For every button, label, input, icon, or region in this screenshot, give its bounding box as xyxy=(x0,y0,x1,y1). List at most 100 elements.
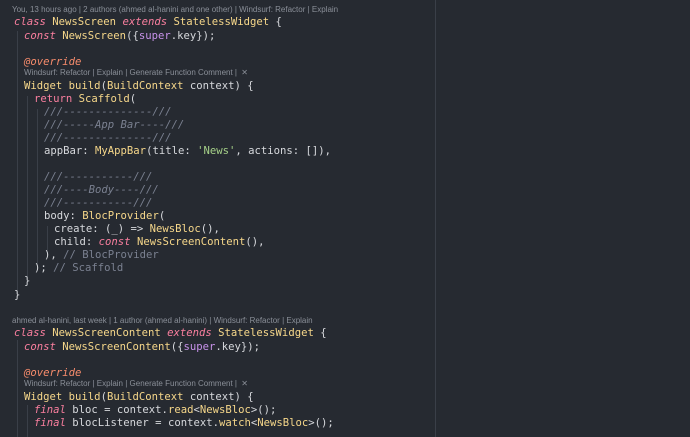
token: NewsBloc xyxy=(149,223,201,235)
code-line[interactable]: body: BlocProvider( xyxy=(44,209,165,223)
token: read xyxy=(167,404,194,416)
token: NewsScreenContent xyxy=(62,341,171,353)
token: ( xyxy=(129,93,137,105)
code-line[interactable]: } xyxy=(14,288,20,302)
code-line[interactable]: ///--------------/// xyxy=(44,131,172,145)
comment: ///-----------/// xyxy=(44,197,153,209)
token: child: xyxy=(54,236,99,248)
token: context) { xyxy=(183,80,254,92)
token: } xyxy=(14,289,21,301)
token: StatelessWidget xyxy=(173,16,270,28)
editor-ruler xyxy=(435,0,436,437)
token: bloc = context. xyxy=(65,404,168,416)
token: Widget xyxy=(24,391,63,403)
token: NewsScreen xyxy=(62,30,127,42)
token: extends xyxy=(167,327,212,339)
comment: ///--------------/// xyxy=(44,106,172,118)
code-line[interactable]: create: (_) => NewsBloc(), xyxy=(54,222,220,236)
token: super xyxy=(183,341,216,353)
token: final xyxy=(34,404,66,416)
comment: ///-----------/// xyxy=(44,171,153,183)
close-icon[interactable]: ✕ xyxy=(241,378,248,390)
token: StatelessWidget xyxy=(218,327,314,339)
code-line[interactable]: return Scaffold( xyxy=(34,92,136,106)
token: watch xyxy=(218,417,251,429)
code-line[interactable]: class NewsScreenContent extends Stateles… xyxy=(14,326,327,340)
indent-guide xyxy=(17,31,18,297)
token: super xyxy=(138,30,171,42)
close-icon[interactable]: ✕ xyxy=(241,67,248,79)
code-line[interactable]: ///----Body----/// xyxy=(44,183,159,197)
code-line[interactable]: ///-----------/// xyxy=(44,196,152,210)
code-line[interactable]: final bloc = context.read<NewsBloc>(); xyxy=(34,403,276,417)
token: extends xyxy=(122,16,168,28)
code-line[interactable]: final blocListener = context.watch<NewsB… xyxy=(34,416,334,430)
token: } xyxy=(24,275,31,287)
token: .key}); xyxy=(170,30,216,42)
token: class xyxy=(14,16,46,28)
token: build xyxy=(68,80,101,92)
code-editor[interactable]: You, 13 hours ago | 2 authors (ahmed al-… xyxy=(0,0,690,437)
token: NewsBloc xyxy=(257,417,309,429)
codelens-actions[interactable]: Windsurf: Refactor | Explain | Generate … xyxy=(24,379,239,388)
token: BlocProvider xyxy=(82,210,159,222)
comment: ///----Body----/// xyxy=(44,184,159,196)
token: , actions: []), xyxy=(235,145,332,157)
comment: ///--------------/// xyxy=(44,132,172,144)
token: class xyxy=(14,327,46,339)
indent-guide xyxy=(27,96,28,279)
codelens[interactable]: Windsurf: Refactor | Explain | Generate … xyxy=(24,378,248,390)
code-line[interactable]: const NewsScreenContent({super.key}); xyxy=(24,340,260,354)
token: ), xyxy=(44,249,64,261)
comment: // BlocProvider xyxy=(63,249,159,261)
code-line[interactable]: ///-----App Bar----/// xyxy=(44,118,184,132)
token: BuildContext xyxy=(106,80,184,92)
token: blocListener = context. xyxy=(65,417,219,429)
token: NewsScreenContent xyxy=(136,236,246,248)
code-line[interactable]: ///--------------/// xyxy=(44,105,172,119)
token: NewsScreenContent xyxy=(52,327,161,339)
code-line[interactable]: class NewsScreen extends StatelessWidget… xyxy=(14,15,282,29)
token: create: (_) => xyxy=(54,223,150,235)
token: ( xyxy=(158,210,166,222)
code-line[interactable]: ), // BlocProvider xyxy=(44,248,159,262)
code-line[interactable]: } xyxy=(24,274,30,288)
token: final xyxy=(34,417,66,429)
code-line[interactable]: Widget build(BuildContext context) { xyxy=(24,79,254,93)
token: ({ xyxy=(170,341,184,353)
token: { xyxy=(313,327,327,339)
token: return xyxy=(34,93,73,105)
token: Widget xyxy=(24,80,63,92)
token: >(); xyxy=(308,417,334,429)
code-line[interactable]: child: const NewsScreenContent(), xyxy=(54,235,265,249)
token: 'News' xyxy=(197,145,236,157)
comment: ///-----App Bar----/// xyxy=(44,119,185,131)
token: appBar: xyxy=(44,145,96,157)
token: NewsBloc xyxy=(199,404,251,416)
token: build xyxy=(68,391,101,403)
token: body: xyxy=(44,210,83,222)
indent-guide xyxy=(17,340,18,437)
token: const xyxy=(98,236,131,248)
token: const xyxy=(24,341,56,353)
code-line[interactable]: appBar: MyAppBar(title: 'News', actions:… xyxy=(44,144,331,158)
token: (), xyxy=(200,223,220,235)
token: .key}); xyxy=(215,341,261,353)
code-line[interactable]: ); // Scaffold xyxy=(34,261,123,275)
indent-guide xyxy=(37,109,38,269)
token: MyAppBar xyxy=(95,145,147,157)
code-line[interactable]: const NewsScreen({super.key}); xyxy=(24,29,215,43)
code-line[interactable]: Widget build(BuildContext context) { xyxy=(24,390,254,404)
indent-guide xyxy=(27,405,28,437)
token: (title: xyxy=(146,145,198,157)
token: ({ xyxy=(126,30,139,42)
codelens[interactable]: Windsurf: Refactor | Explain | Generate … xyxy=(24,67,248,79)
codelens-actions[interactable]: Windsurf: Refactor | Explain | Generate … xyxy=(24,68,239,77)
token: Scaffold xyxy=(78,93,130,105)
code-line[interactable]: ///-----------/// xyxy=(44,170,152,184)
token: (), xyxy=(245,236,265,248)
token: NewsScreen xyxy=(52,16,117,28)
token: ); xyxy=(34,262,54,274)
token: { xyxy=(269,16,282,28)
token: const xyxy=(24,30,56,42)
